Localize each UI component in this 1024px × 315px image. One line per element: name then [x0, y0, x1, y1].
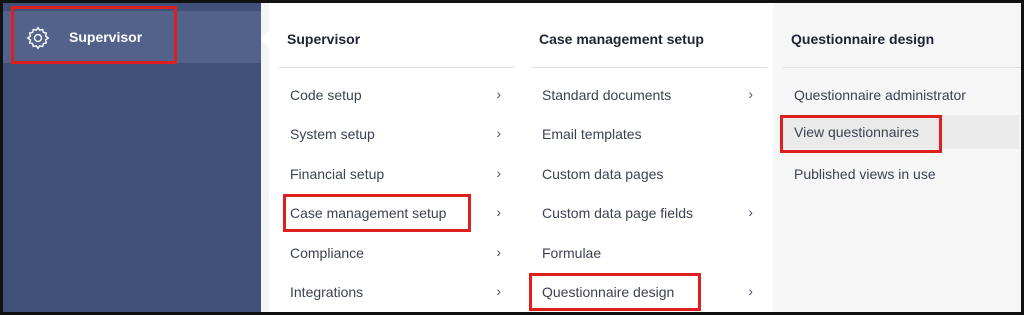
menu-item-label: Formulae — [542, 245, 602, 261]
menu-item-questionnaire-administrator[interactable]: Questionnaire administrator — [783, 78, 1019, 112]
menu-item-standard-documents[interactable]: Standard documents › — [531, 78, 765, 112]
menu-item-system-setup[interactable]: System setup › — [279, 117, 513, 151]
menu-item-label: Questionnaire design — [542, 284, 675, 300]
divider — [531, 67, 767, 68]
chevron-right-icon: › — [496, 244, 501, 260]
menu-item-case-management-setup[interactable]: Case management setup › — [279, 196, 513, 230]
menu-item-custom-data-pages[interactable]: Custom data pages — [531, 157, 765, 191]
menu-column-case-management-setup: Case management setup Standard documents… — [521, 3, 773, 312]
sidebar-item-label: Supervisor — [69, 29, 143, 45]
menu-item-label: System setup — [290, 126, 375, 142]
menu-item-formulae[interactable]: Formulae — [531, 236, 765, 270]
column-title: Case management setup — [539, 31, 704, 47]
column-title: Supervisor — [287, 31, 361, 47]
sidebar-item-supervisor[interactable]: Supervisor — [3, 11, 261, 63]
menu-column-supervisor: Supervisor Code setup › System setup › F… — [269, 3, 521, 312]
chevron-right-icon: › — [748, 204, 753, 220]
column-title: Questionnaire design — [791, 31, 935, 47]
gear-icon — [26, 26, 50, 50]
divider — [783, 67, 1021, 68]
chevron-right-icon: › — [748, 283, 753, 299]
menu-item-integrations[interactable]: Integrations › — [279, 275, 513, 309]
menu-item-label: Financial setup — [290, 166, 385, 182]
menu-item-label: Standard documents — [542, 87, 672, 103]
menu-item-label: Code setup — [290, 87, 362, 103]
menu-column-questionnaire-design: Questionnaire design Questionnaire admin… — [773, 3, 1021, 312]
divider — [279, 67, 515, 68]
menu-item-label: Integrations — [290, 284, 364, 300]
menu-item-published-views-in-use[interactable]: Published views in use — [783, 157, 1019, 191]
menu-item-label: Compliance — [290, 245, 364, 261]
flyout-caret — [261, 31, 269, 47]
chevron-right-icon: › — [496, 86, 501, 102]
sidebar: Supervisor — [3, 3, 261, 312]
menu-item-financial-setup[interactable]: Financial setup › — [279, 157, 513, 191]
menu-item-label: View questionnaires — [794, 124, 920, 140]
chevron-right-icon: › — [748, 86, 753, 102]
menu-item-compliance[interactable]: Compliance › — [279, 236, 513, 270]
menu-item-view-questionnaires[interactable]: View questionnaires — [783, 115, 1019, 149]
chevron-right-icon: › — [496, 125, 501, 141]
menu-item-code-setup[interactable]: Code setup › — [279, 78, 513, 112]
menu-item-email-templates[interactable]: Email templates — [531, 117, 765, 151]
menu-item-label: Custom data page fields — [542, 205, 693, 221]
menu-item-label: Case management setup — [290, 205, 447, 221]
chevron-right-icon: › — [496, 204, 501, 220]
menu-item-label: Questionnaire administrator — [794, 87, 966, 103]
menu-item-custom-data-page-fields[interactable]: Custom data page fields › — [531, 196, 765, 230]
chevron-right-icon: › — [496, 283, 501, 299]
menu-item-label: Email templates — [542, 126, 642, 142]
menu-item-label: Published views in use — [794, 166, 936, 182]
menu-item-label: Custom data pages — [542, 166, 664, 182]
menu-item-questionnaire-design[interactable]: Questionnaire design › — [531, 275, 765, 309]
chevron-right-icon: › — [496, 165, 501, 181]
screenshot-frame: Supervisor Supervisor Code setup › Syste… — [0, 0, 1024, 315]
